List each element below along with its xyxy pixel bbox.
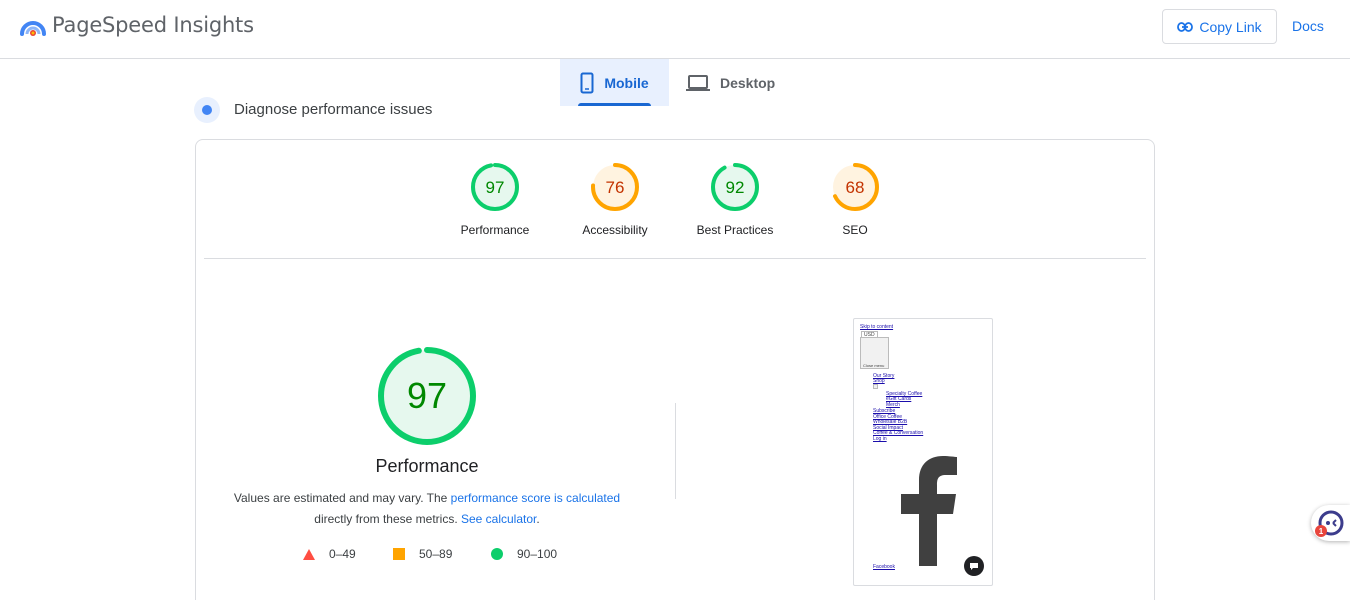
phone-icon xyxy=(580,72,594,93)
legend-average-label: 50–89 xyxy=(419,547,453,561)
gauge-ring: 97 xyxy=(471,163,519,211)
gauge-label: Performance xyxy=(460,223,530,237)
gauge-performance[interactable]: 97 Performance xyxy=(445,162,545,237)
legend-fail: 0–49 xyxy=(303,547,356,561)
pagespeed-logo-icon[interactable] xyxy=(18,14,46,38)
performance-title: Performance xyxy=(375,456,479,476)
vertical-divider xyxy=(675,403,676,499)
performance-score-large: 97 xyxy=(407,375,447,416)
shot-nav-item: Log in xyxy=(873,436,887,442)
gauge-accessibility[interactable]: 76 Accessibility xyxy=(565,162,665,237)
tab-active-indicator xyxy=(578,103,651,106)
chat-bubble-icon xyxy=(964,556,984,576)
legend-average: 50–89 xyxy=(393,547,452,561)
top-bar: PageSpeed Insights Copy Link Docs xyxy=(0,0,1350,59)
copy-link-label: Copy Link xyxy=(1199,18,1262,35)
gauge-seo[interactable]: 68 SEO xyxy=(805,162,905,237)
docs-link[interactable]: Docs xyxy=(1292,18,1324,34)
performance-gauge-large: 97 xyxy=(378,347,476,445)
assistant-widget[interactable]: 1 xyxy=(1311,505,1350,541)
see-calculator-link[interactable]: See calculator xyxy=(461,512,536,526)
desc-text-2: directly from these metrics. xyxy=(314,512,461,526)
report-card: 97 Performance 76 Accessibility 92 Best … xyxy=(195,139,1155,600)
desc-suffix: . xyxy=(536,512,540,526)
gauge-label: Best Practices xyxy=(696,223,774,237)
gauge-label: Accessibility xyxy=(582,223,648,237)
facebook-icon xyxy=(901,456,957,566)
gauge-label: SEO xyxy=(842,223,868,237)
gauge-ring: 92 xyxy=(711,163,759,211)
shot-close-menu: Close menu xyxy=(863,363,885,368)
tab-desktop-label: Desktop xyxy=(720,74,776,91)
shot-skip-link: Skip to content xyxy=(860,324,894,330)
shot-footer-link: Facebook xyxy=(873,564,895,570)
tab-mobile-label: Mobile xyxy=(604,74,649,91)
gauge-ring: 76 xyxy=(591,163,639,211)
gauge-score: 76 xyxy=(606,178,625,197)
circle-icon xyxy=(491,548,503,560)
gauge-score: 97 xyxy=(486,178,505,197)
score-calculated-link[interactable]: performance score is calculated xyxy=(451,491,620,505)
tab-mobile[interactable]: Mobile xyxy=(560,59,669,106)
desc-text: Values are estimated and may vary. The xyxy=(233,491,451,505)
square-icon xyxy=(393,548,405,560)
notification-badge: 1 xyxy=(1315,525,1327,537)
section-title: Diagnose performance issues xyxy=(234,101,433,118)
legend-pass: 90–100 xyxy=(491,547,557,561)
brand-title[interactable]: PageSpeed Insights xyxy=(52,13,254,37)
gauge-score: 92 xyxy=(726,178,745,197)
final-screenshot: Skip to content USD Close menu Our Story… xyxy=(853,318,993,586)
score-gauges: 97 Performance 76 Accessibility 92 Best … xyxy=(196,140,1154,258)
gauges-divider xyxy=(204,258,1146,259)
laptop-icon xyxy=(686,74,710,91)
gauge-best-practices[interactable]: 92 Best Practices xyxy=(685,162,785,237)
link-icon xyxy=(1177,21,1194,32)
shot-checkbox xyxy=(873,384,878,389)
legend-fail-label: 0–49 xyxy=(329,547,356,561)
gauge-score: 68 xyxy=(846,178,865,197)
copy-link-button[interactable]: Copy Link xyxy=(1162,9,1277,44)
legend-pass-label: 90–100 xyxy=(517,547,558,561)
triangle-icon xyxy=(303,548,315,560)
gauge-ring: 68 xyxy=(831,163,879,211)
performance-description: Values are estimated and may vary. The p… xyxy=(216,488,638,530)
diagnose-icon xyxy=(194,97,220,123)
tab-desktop[interactable]: Desktop xyxy=(680,59,790,106)
